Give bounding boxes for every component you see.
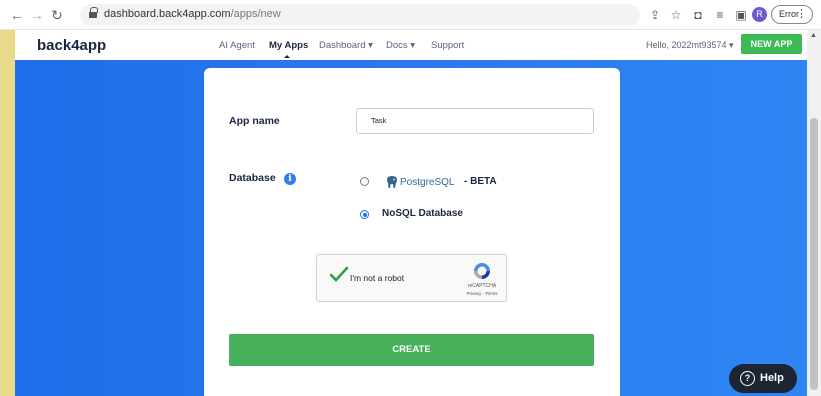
forward-arrow-icon[interactable]: → xyxy=(28,6,46,24)
active-indicator xyxy=(284,55,290,58)
share-icon[interactable]: ⇪ xyxy=(647,6,663,24)
url-host: dashboard.back4app.com xyxy=(104,8,231,20)
reading-list-icon[interactable]: ≡ xyxy=(712,6,728,24)
nav-my-apps[interactable]: My Apps xyxy=(269,40,308,51)
back-arrow-icon[interactable]: ← xyxy=(8,6,26,24)
side-panel-icon[interactable]: ▣ xyxy=(733,6,749,24)
question-icon: ? xyxy=(740,371,755,386)
app-name-input[interactable]: Task xyxy=(356,108,594,134)
create-button[interactable]: CREATE xyxy=(229,334,594,366)
help-button[interactable]: ? Help xyxy=(729,364,797,393)
recaptcha-logo-icon xyxy=(474,263,490,279)
new-app-card: App name Task Database i PostgreSQL - BE… xyxy=(204,68,620,396)
reload-icon[interactable]: ↻ xyxy=(48,6,66,24)
help-label: Help xyxy=(760,372,784,384)
scroll-thumb[interactable] xyxy=(810,118,818,390)
checkmark-icon[interactable] xyxy=(329,265,349,285)
nav-docs[interactable]: Docs ▾ xyxy=(386,40,415,51)
extension-icon[interactable]: ◘ xyxy=(690,6,706,24)
more-vert-icon: ⋮ xyxy=(796,8,807,20)
postgresql-elephant-icon xyxy=(387,176,397,188)
recaptcha-brand: reCAPTCHA xyxy=(467,283,497,289)
address-bar[interactable]: dashboard.back4app.com/apps/new xyxy=(80,4,640,26)
nosql-radio[interactable] xyxy=(360,210,369,219)
user-menu[interactable]: Hello, 2022mt93574 ▾ xyxy=(646,40,734,51)
logo[interactable]: back4app xyxy=(37,37,106,54)
scroll-up-icon[interactable]: ▲ xyxy=(810,32,817,39)
nav-dashboard[interactable]: Dashboard ▾ xyxy=(319,40,373,51)
app-navbar: back4app AI Agent My Apps Dashboard ▾ Do… xyxy=(0,30,807,60)
database-label: Database xyxy=(229,172,276,184)
postgresql-label[interactable]: PostgreSQL xyxy=(400,177,454,188)
nosql-label[interactable]: NoSQL Database xyxy=(382,208,463,219)
background-strip xyxy=(0,30,15,396)
postgresql-radio[interactable] xyxy=(360,177,369,186)
app-name-label: App name xyxy=(229,115,280,127)
beta-badge: - BETA xyxy=(464,176,497,187)
url-text: dashboard.back4app.com/apps/new xyxy=(104,8,281,20)
new-app-button[interactable]: NEW APP xyxy=(741,34,802,54)
bookmark-star-icon[interactable]: ☆ xyxy=(668,6,684,24)
browser-toolbar: ← → ↻ dashboard.back4app.com/apps/new ⇪ … xyxy=(0,0,821,30)
info-icon[interactable]: i xyxy=(284,173,296,185)
nav-support[interactable]: Support xyxy=(431,40,464,51)
url-path: /apps/new xyxy=(230,8,281,20)
captcha-text: I'm not a robot xyxy=(350,273,405,283)
lock-icon xyxy=(89,7,98,19)
recaptcha-links[interactable]: Privacy - Terms xyxy=(462,291,502,296)
recaptcha-widget: I'm not a robot reCAPTCHA Privacy - Term… xyxy=(316,254,507,302)
nav-ai-agent[interactable]: AI Agent xyxy=(219,40,255,51)
error-button[interactable]: Error ⋮ xyxy=(771,5,813,24)
profile-avatar[interactable]: R xyxy=(752,7,767,22)
scrollbar[interactable]: ▲ xyxy=(807,30,821,396)
